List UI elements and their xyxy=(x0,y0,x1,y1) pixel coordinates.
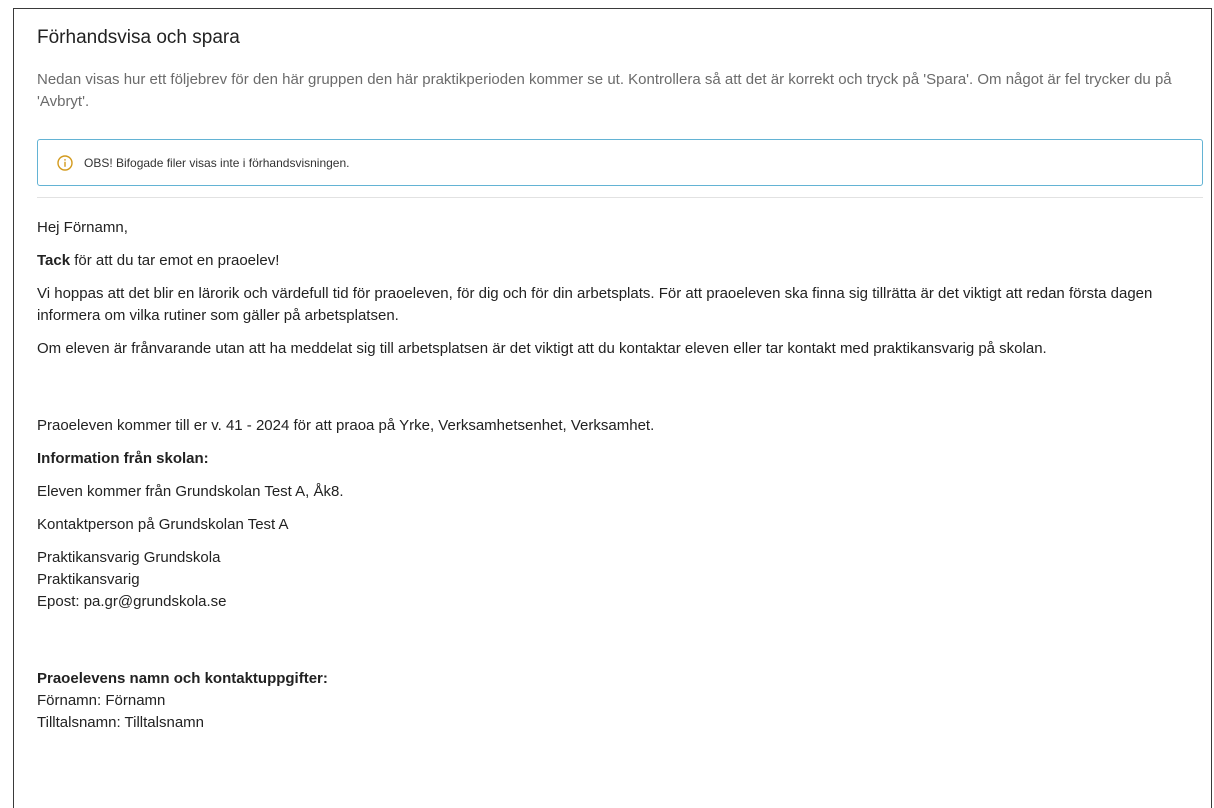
contact-heading: Kontaktperson på Grundskolan Test A xyxy=(37,516,289,533)
letter-arrival: Praoeleven kommer till er v. 41 - 2024 f… xyxy=(37,417,655,434)
preview-dialog: Förhandsvisa och spara Nedan visas hur e… xyxy=(13,8,1212,808)
letter-paragraph-1: Vi hoppas att det blir en lärorik och vä… xyxy=(37,285,1153,324)
student-nickname: Tilltalsnamn: Tilltalsnamn xyxy=(37,714,204,731)
dialog-intro-text: Nedan visas hur ett följebrev för den hä… xyxy=(37,71,1172,110)
contact-role: Praktikansvarig xyxy=(37,571,140,588)
letter-thanks: Tack för att du tar emot en praoelev! xyxy=(37,250,1203,272)
student-block: Praoelevens namn och kontaktuppgifter: F… xyxy=(37,668,1203,734)
school-info-heading: Information från skolan: xyxy=(37,448,1203,470)
dialog-title: Förhandsvisa och spara xyxy=(37,27,240,48)
notice-text: OBS! Bifogade filer visas inte i förhand… xyxy=(84,155,350,170)
school-info-heading-text: Information från skolan: xyxy=(37,450,209,467)
info-circle-icon xyxy=(57,154,73,171)
student-firstname: Förnamn: Förnamn xyxy=(37,692,166,709)
contact-block: Praktikansvarig Grundskola Praktikansvar… xyxy=(37,547,1203,613)
contact-name: Praktikansvarig Grundskola xyxy=(37,549,221,566)
letter-paragraph-2: Om eleven är frånvarande utan att ha med… xyxy=(37,340,1047,357)
student-heading: Praoelevens namn och kontaktuppgifter: xyxy=(37,670,328,687)
divider xyxy=(37,197,1203,198)
contact-email: Epost: pa.gr@grundskola.se xyxy=(37,593,227,610)
letter-greeting: Hej Förnamn, xyxy=(37,219,128,236)
letter-preview: Hej Förnamn, Tack för att du tar emot en… xyxy=(37,217,1203,745)
letter-thanks-bold: Tack xyxy=(37,252,71,269)
school-line: Eleven kommer från Grundskolan Test A, Å… xyxy=(37,483,344,500)
letter-thanks-rest: för att du tar emot en praoelev! xyxy=(70,252,280,269)
notice-box: OBS! Bifogade filer visas inte i förhand… xyxy=(37,139,1203,186)
